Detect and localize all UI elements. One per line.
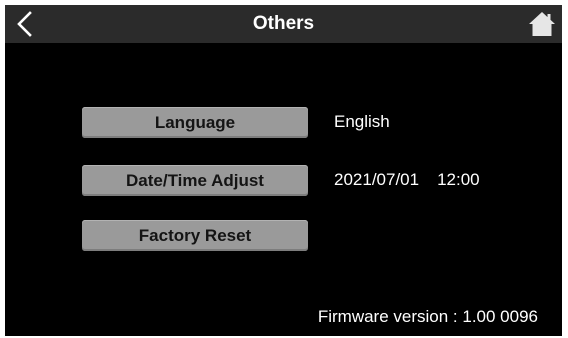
firmware-version: Firmware version : 1.00 0096 (317, 307, 538, 326)
title-bar: Others (5, 5, 562, 43)
language-button[interactable]: Language (82, 107, 308, 138)
date-value: 2021/07/01 (334, 170, 420, 189)
time-value: 12:00 (437, 170, 480, 189)
home-icon (529, 12, 555, 36)
back-button[interactable] (11, 9, 41, 39)
chevron-left-icon (17, 11, 32, 37)
datetime-value: 2021/07/01 12:00 (334, 164, 480, 195)
others-screen: Others Language English Date/Time Adjust… (5, 5, 562, 336)
home-button[interactable] (528, 10, 556, 38)
language-value: English (334, 112, 390, 131)
factory-reset-button[interactable]: Factory Reset (82, 220, 308, 251)
datetime-adjust-button[interactable]: Date/Time Adjust (82, 165, 308, 196)
page-title: Others (252, 13, 315, 34)
